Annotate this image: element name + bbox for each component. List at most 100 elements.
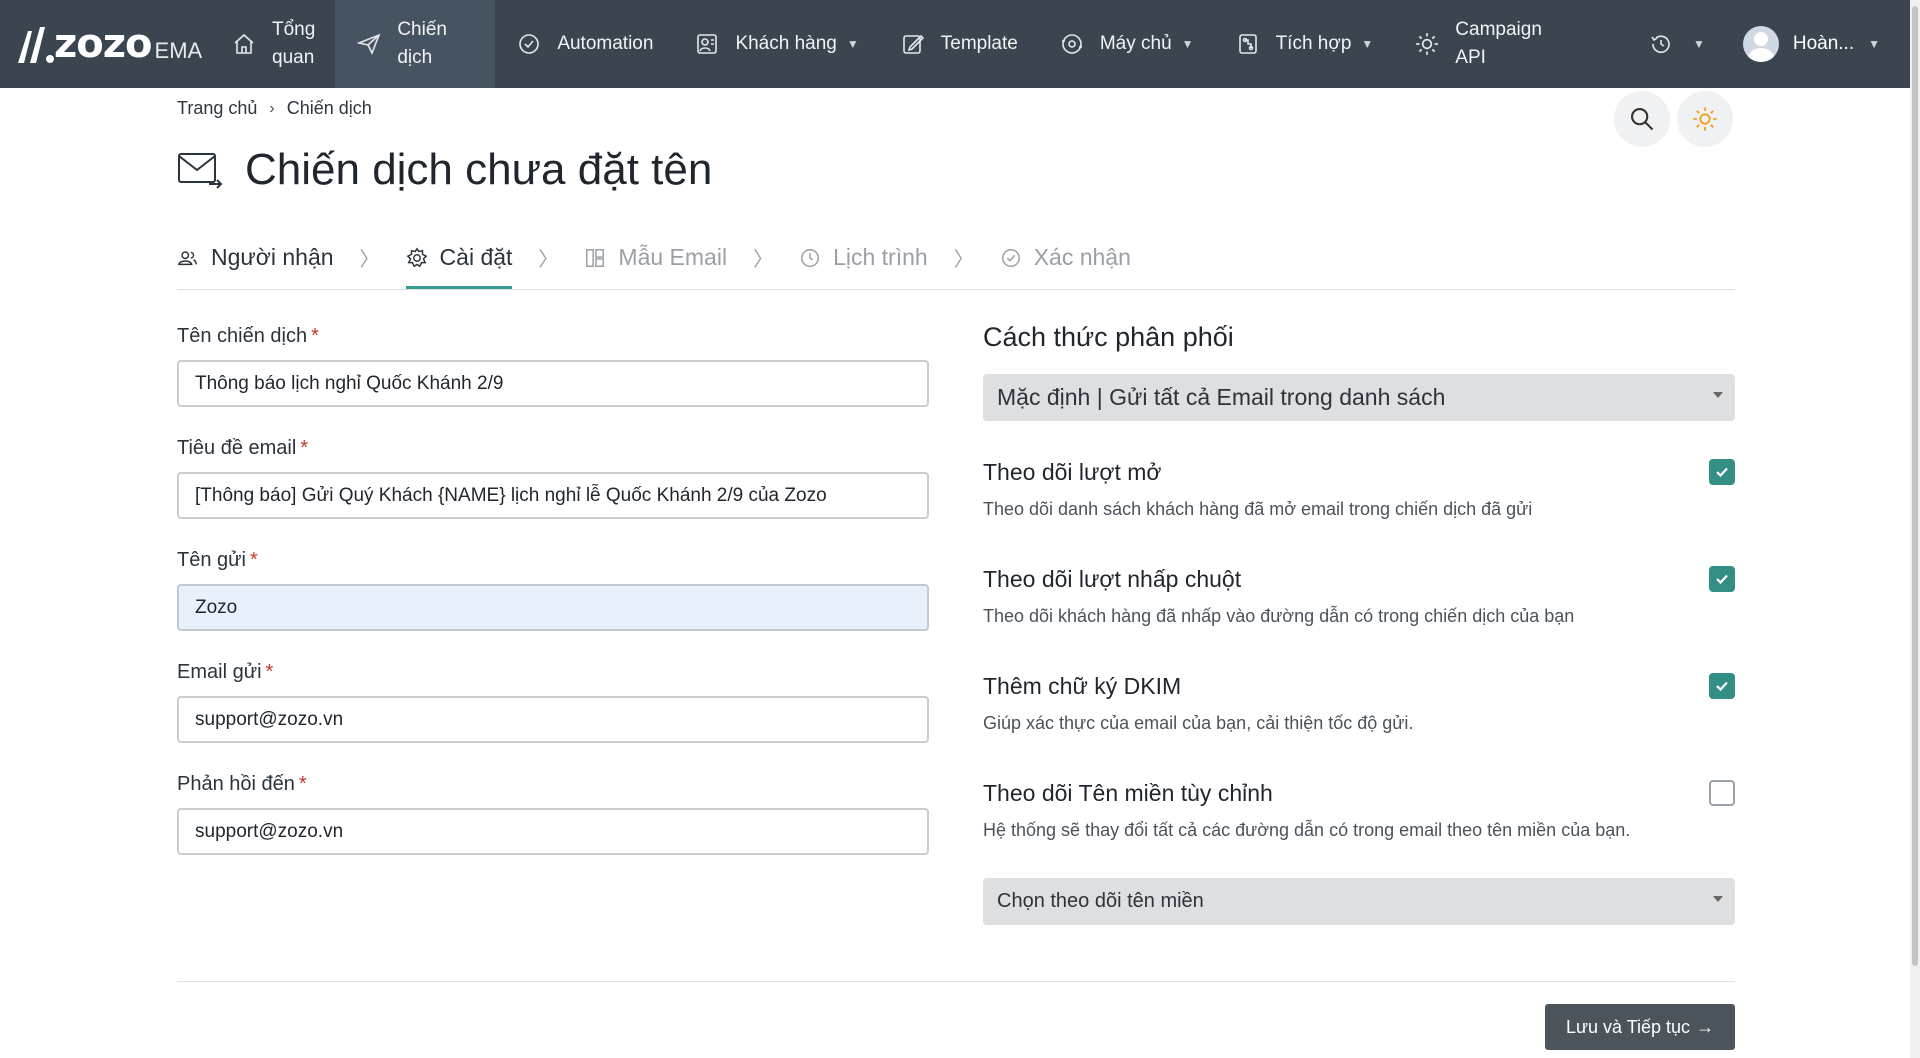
save-continue-button[interactable]: Lưu và Tiếp tục → — [1545, 1004, 1735, 1050]
nav-item-campaign-api[interactable]: Campaign API — [1393, 0, 1562, 88]
checkmark-icon — [1716, 574, 1728, 585]
nav-item-automation[interactable]: Automation — [495, 0, 673, 88]
nav-item-server[interactable]: Máy chủ ▼ — [1038, 0, 1214, 88]
campaign-name-field: Tên chiến dịch * Thông báo lịch nghỉ Quốc… — [177, 322, 929, 407]
automation-icon — [515, 30, 543, 58]
option-track-clicks: Theo dõi lượt nhấp chuột Theo dõi khách … — [983, 566, 1735, 673]
edit-template-icon — [899, 30, 927, 58]
option-track-opens: Theo dõi lượt mở Theo dõi danh sách khác… — [983, 459, 1735, 566]
step-recipients[interactable]: Người nhận — [177, 240, 334, 275]
sender-email-input[interactable]: support@zozo.vn — [177, 696, 929, 743]
step-settings-label: Cài đặt — [439, 244, 513, 270]
chevron-right-icon: 〉 — [953, 249, 974, 271]
checkmark-icon — [1716, 467, 1728, 478]
nav-item-customers-label: Khách hàng — [735, 33, 837, 54]
step-email-template[interactable]: Mẫu Email — [584, 240, 727, 275]
nav-item-overview-label: Tổng quan — [272, 19, 316, 68]
campaign-name-input[interactable]: Thông báo lịch nghỉ Quốc Khánh 2/9 — [177, 360, 929, 407]
caret-down-icon — [1713, 896, 1723, 902]
campaign-name-label: Tên chiến dịch * — [177, 325, 319, 347]
top-navbar: zozo EMA Tổng quan Chiến dịch Automation K… — [0, 0, 1910, 88]
layout-icon — [584, 247, 606, 269]
nav-item-campaign-api-label: Campaign API — [1455, 19, 1542, 68]
option-custom-domain-title: Theo dõi Tên miền tùy chỉnh — [983, 780, 1273, 806]
integration-icon — [1234, 30, 1262, 58]
sender-name-label: Tên gửi * — [177, 549, 258, 571]
sender-name-input[interactable]: Zozo — [177, 584, 929, 631]
nav-item-overview[interactable]: Tổng quan — [210, 0, 335, 88]
email-subject-label: Tiêu đề email * — [177, 437, 309, 459]
chevron-down-icon: ▼ — [846, 37, 859, 51]
page-header: Chiến dịch chưa đặt tên — [177, 145, 712, 195]
gear-icon — [406, 247, 428, 269]
breadcrumb: Trang chủ › Chiến dịch — [177, 98, 372, 119]
home-icon — [230, 30, 258, 58]
nav-item-customers[interactable]: Khách hàng ▼ — [673, 0, 878, 88]
history-menu[interactable]: ▼ — [1639, 0, 1713, 88]
email-subject-input[interactable]: [Thông báo] Gửi Quý Khách {NAME} lịch ng… — [177, 472, 929, 519]
track-clicks-checkbox[interactable] — [1709, 566, 1735, 592]
mail-send-icon — [178, 153, 223, 189]
dkim-checkbox[interactable] — [1709, 673, 1735, 699]
caret-down-icon — [1713, 392, 1723, 398]
step-confirm[interactable]: Xác nhận — [1000, 240, 1131, 275]
page-title: Chiến dịch chưa đặt tên — [245, 145, 713, 194]
step-recipients-label: Người nhận — [211, 244, 334, 270]
breadcrumb-separator: › — [269, 99, 275, 117]
theme-toggle-button[interactable] — [1677, 91, 1733, 147]
nav-item-template[interactable]: Template — [879, 0, 1038, 88]
zozo-logo-mark-icon — [18, 27, 54, 63]
breadcrumb-home[interactable]: Trang chủ — [177, 98, 257, 119]
step-schedule-label: Lịch trình — [833, 244, 928, 270]
chevron-down-icon: ▼ — [1181, 37, 1194, 51]
check-circle-icon — [1000, 247, 1022, 269]
option-track-clicks-desc: Theo dõi khách hàng đã nhấp vào đường dẫ… — [983, 606, 1575, 626]
step-settings[interactable]: Cài đặt — [405, 240, 513, 289]
step-schedule[interactable]: Lịch trình — [799, 240, 928, 275]
option-dkim-title: Thêm chữ ký DKIM — [983, 673, 1182, 699]
avatar — [1742, 26, 1779, 62]
distribution-panel: Cách thức phân phối Mặc định | Gửi tất c… — [983, 322, 1735, 925]
send-icon — [355, 30, 383, 58]
reply-to-field: Phản hồi đến * support@zozo.vn — [177, 770, 929, 855]
option-dkim: Thêm chữ ký DKIM Giúp xác thực của email… — [983, 673, 1735, 780]
tracking-domain-select[interactable]: Chọn theo dõi tên miền — [983, 878, 1735, 925]
save-continue-label: Lưu và Tiếp tục — [1565, 1016, 1691, 1037]
option-track-opens-desc: Theo dõi danh sách khách hàng đã mở emai… — [983, 499, 1533, 519]
custom-domain-checkbox[interactable] — [1709, 780, 1735, 806]
users-icon — [177, 247, 199, 269]
distribution-heading: Cách thức phân phối — [983, 322, 1234, 352]
option-track-clicks-title: Theo dõi lượt nhấp chuột — [983, 566, 1242, 592]
sun-icon — [1693, 107, 1717, 131]
api-gear-icon — [1413, 30, 1441, 58]
nav-item-template-label: Template — [940, 33, 1018, 54]
logo-text: zozo — [54, 21, 153, 67]
campaign-steps: Người nhận 〉 Cài đặt 〉 Mẫu Email 〉 Lịch … — [177, 240, 1735, 290]
chevron-down-icon: ▼ — [1868, 37, 1880, 51]
nav-item-integration[interactable]: Tích hợp ▼ — [1214, 0, 1394, 88]
zozo-ema-logo[interactable]: zozo EMA — [0, 0, 210, 88]
clock-icon — [799, 247, 821, 269]
server-icon — [1058, 30, 1086, 58]
track-opens-checkbox[interactable] — [1709, 459, 1735, 485]
option-track-opens-title: Theo dõi lượt mở — [983, 459, 1162, 485]
step-confirm-label: Xác nhận — [1033, 244, 1131, 270]
logo-suffix: EMA — [154, 38, 203, 63]
nav-item-campaign[interactable]: Chiến dịch — [335, 0, 496, 88]
sender-email-field: Email gửi * support@zozo.vn — [177, 658, 929, 743]
sender-name-field: Tên gửi * Zozo — [177, 546, 929, 631]
reply-to-label: Phản hồi đến * — [177, 773, 307, 795]
reply-to-input[interactable]: support@zozo.vn — [177, 808, 929, 855]
contacts-icon — [693, 30, 721, 58]
page-scrollbar[interactable] — [1910, 0, 1920, 1058]
nav-item-automation-label: Automation — [557, 33, 654, 54]
scrollbar-thumb[interactable] — [1912, 6, 1918, 966]
campaign-settings-form: Tên chiến dịch * Thông báo lịch nghỉ Quốc… — [177, 322, 929, 882]
tracking-domain-select-value: Chọn theo dõi tên miền — [997, 890, 1204, 912]
chevron-down-icon: ▼ — [1692, 37, 1705, 51]
breadcrumb-current[interactable]: Chiến dịch — [287, 98, 372, 119]
distribution-select[interactable]: Mặc định | Gửi tất cả Email trong danh s… — [983, 374, 1735, 421]
user-menu[interactable]: Hoàn... ▼ — [1713, 26, 1910, 62]
search-button[interactable] — [1614, 91, 1670, 147]
nav-item-server-label: Máy chủ — [1099, 33, 1172, 54]
